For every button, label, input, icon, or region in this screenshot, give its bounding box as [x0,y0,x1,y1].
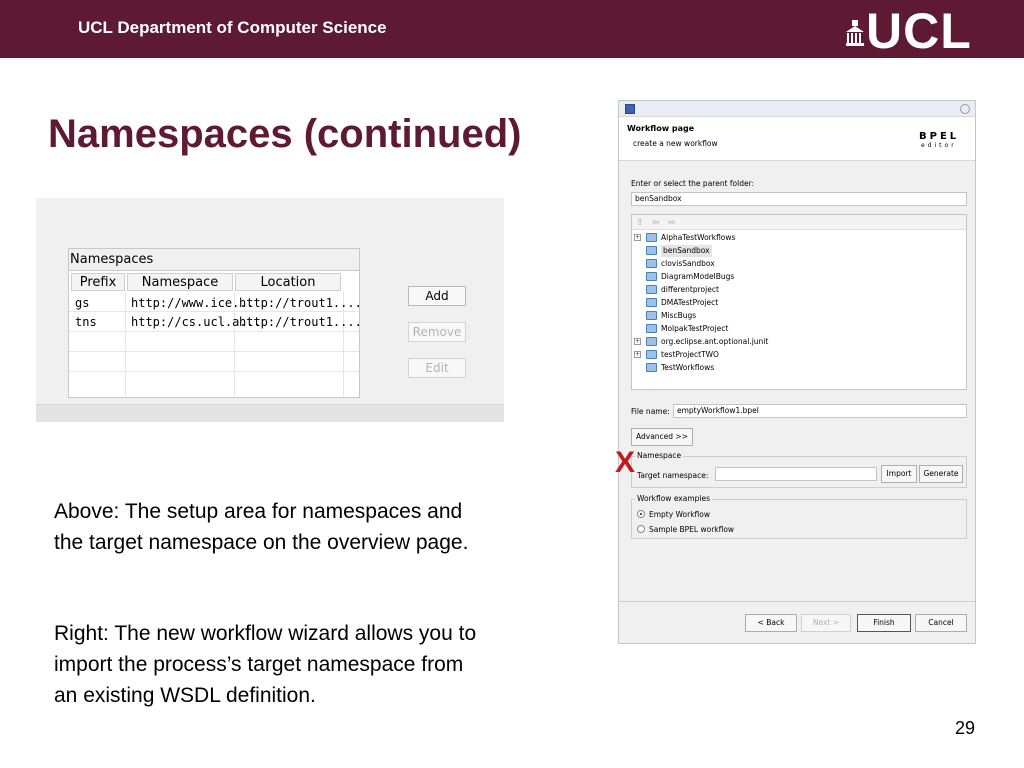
folder-icon [646,246,657,255]
folder-icon [646,363,657,372]
red-x-annotation: X [615,446,636,479]
tree-item-label: differentproject [661,285,719,294]
namespaces-table[interactable]: Prefix Namespace Location gs http://www.… [68,270,362,398]
forward-arrow-icon[interactable]: ⇨ [668,217,676,228]
tree-item-label: MiscBugs [661,311,697,320]
folder-tree[interactable]: ⇧ ⇦ ⇨ + AlphaTestWorkflows benSandbox cl… [631,214,967,390]
folder-icon [646,272,657,281]
paragraph-above: Above: The setup area for namespaces and… [54,496,468,558]
folder-icon [646,233,657,242]
wizard-header: Workflow page create a new workflow BPEL… [619,117,975,161]
tree-toolbar: ⇧ ⇦ ⇨ [632,215,966,230]
panel-footer [36,404,504,422]
new-workflow-wizard: Workflow page create a new workflow BPEL… [618,100,976,644]
tree-item-label: TestWorkflows [661,363,715,372]
remove-button[interactable]: Remove [408,322,466,342]
parent-folder-input[interactable]: benSandbox [631,192,967,206]
slide-title: Namespaces (continued) [48,112,522,156]
file-name-label: File name: [631,407,670,416]
namespace-group-label: Namespace [635,451,684,460]
tree-item-label: clovisSandbox [661,259,715,268]
text-line: import the process’s target namespace fr… [54,653,464,676]
generate-button[interactable]: Generate [919,465,963,483]
cell-prefix: tns [75,315,97,329]
tree-item-label: MolpakTestProject [661,324,729,333]
row-divider [69,351,359,352]
tree-item-label: DiagramModelBugs [661,272,735,281]
finish-button[interactable]: Finish [857,614,911,632]
expand-icon[interactable]: + [634,338,641,345]
folder-icon [646,324,657,333]
text-line: Above: The setup area for namespaces and [54,500,463,523]
ucl-logo-text: UCL [866,3,972,59]
sample-bpel-workflow-label: Sample BPEL workflow [649,525,735,534]
namespaces-group-label: Namespaces [70,252,154,267]
tree-item-label: DMATestProject [661,298,719,307]
expand-icon[interactable]: + [634,351,641,358]
row-divider [69,371,359,372]
workflow-examples-group-label: Workflow examples [635,494,713,503]
page-number: 29 [955,718,976,738]
ucl-logo: UCL [846,6,996,56]
tree-item-label: AlphaTestWorkflows [661,233,736,242]
header-banner: UCL Department of Computer Science UCL [0,0,1024,58]
folder-icon [646,311,657,320]
tree-item-label: benSandbox [661,245,712,257]
cell-location: http://trout1.... [239,315,362,329]
file-name-input[interactable]: emptyWorkflow1.bpel [673,404,967,418]
expand-icon[interactable]: + [634,234,641,241]
tree-item-label: testProjectTWO [661,350,719,359]
back-button[interactable]: < Back [745,614,797,632]
column-divider [125,291,126,397]
column-header-namespace[interactable]: Namespace [127,273,233,291]
folder-icon [646,285,657,294]
app-icon [625,104,635,114]
row-divider [69,311,359,312]
parent-folder-label: Enter or select the parent folder: [631,179,755,188]
text-line: an existing WSDL definition. [54,684,316,707]
target-namespace-input[interactable] [715,467,877,481]
target-namespace-label: Target namespace: [637,471,709,480]
add-button[interactable]: Add [408,286,466,306]
row-divider [69,331,359,332]
next-button[interactable]: Next > [801,614,851,632]
folder-icon [646,298,657,307]
wizard-titlebar [619,101,975,117]
bpel-logo-text: BPEL [919,131,960,142]
text-line: Right: The new workflow wizard allows yo… [54,622,477,645]
portico-icon [846,20,864,46]
back-arrow-icon[interactable]: ⇦ [652,217,660,228]
wizard-page-title: Workflow page [627,124,695,133]
help-icon[interactable] [960,104,970,114]
bpel-logo-subtext: editor [921,142,957,149]
cell-namespace: http://www.ice... [131,296,254,310]
paragraph-right: Right: The new workflow wizard allows yo… [54,618,476,711]
folder-icon [646,350,657,359]
text-line: the target namespace on the overview pag… [54,531,469,554]
empty-workflow-radio[interactable] [637,510,645,518]
edit-button[interactable]: Edit [408,358,466,378]
advanced-button[interactable]: Advanced >> [631,428,693,446]
column-header-prefix[interactable]: Prefix [71,273,125,291]
wizard-page-description: create a new workflow [633,139,718,148]
footer-separator [619,601,975,602]
sample-bpel-workflow-radio[interactable] [637,525,645,533]
column-header-location[interactable]: Location [235,273,341,291]
namespaces-panel: Namespaces Prefix Namespace Location gs … [36,198,504,422]
department-name: UCL Department of Computer Science [78,18,387,37]
folder-icon [646,337,657,346]
cell-location: http://trout1.... [239,296,362,310]
import-button[interactable]: Import [881,465,917,483]
tree-item-label: org.eclipse.ant.optional.junit [661,337,769,346]
cell-prefix: gs [75,296,90,310]
folder-icon [646,259,657,268]
cancel-button[interactable]: Cancel [915,614,967,632]
up-arrow-icon[interactable]: ⇧ [636,217,644,228]
empty-workflow-label: Empty Workflow [649,510,711,519]
bpel-editor-logo: BPEL editor [919,131,971,149]
